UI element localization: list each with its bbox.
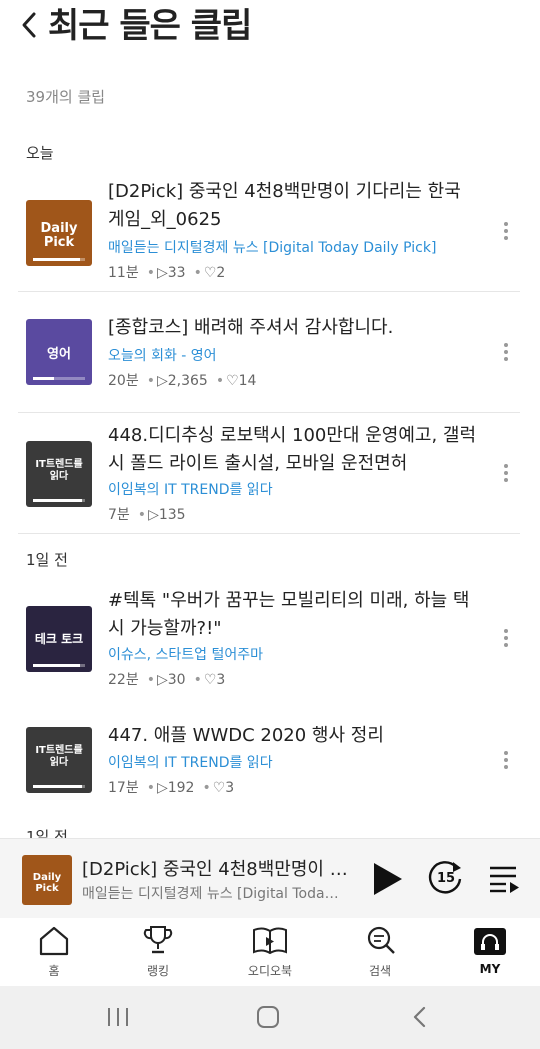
clip-thumbnail: IT트렌드를 읽다 xyxy=(26,441,92,507)
list-item[interactable]: 영어 [종합코스] 배려해 주셔서 감사합니다. 오늘의 회화 - 영어 20분… xyxy=(0,314,540,410)
tab-label: MY xyxy=(479,962,501,976)
clip-title[interactable]: [D2Pick] 중국인 4천8백만명이 기다리는 한국 게임_외_0625 xyxy=(108,178,478,234)
tab-my[interactable]: MY xyxy=(436,918,540,986)
more-options-icon[interactable] xyxy=(498,340,514,364)
divider xyxy=(18,412,520,413)
list-item[interactable]: IT트렌드를 읽다 447. 애플 WWDC 2020 행사 정리 이임복의 I… xyxy=(0,722,540,806)
clip-meta: 7분 • ▷135 xyxy=(108,507,186,523)
thumbnail-text: Daily Pick xyxy=(32,872,62,894)
divider xyxy=(18,291,520,292)
system-nav-bar xyxy=(0,986,540,1049)
play-count: ▷2,365 xyxy=(156,373,208,389)
tab-label: 홈 xyxy=(48,964,60,978)
thumbnail-text: IT트렌드를 읽다 xyxy=(35,745,83,768)
duration: 22분 xyxy=(108,672,139,688)
duration: 17분 xyxy=(108,780,139,796)
play-count: ▷33 xyxy=(156,265,186,281)
back-button-icon[interactable] xyxy=(410,1005,430,1029)
clip-title[interactable]: 448.디디추싱 로보택시 100만대 운영예고, 갤럭시 폴드 라이트 출시설… xyxy=(108,422,478,478)
trophy-icon xyxy=(143,926,173,954)
like-count: ♡3 xyxy=(212,780,235,796)
playlist-icon[interactable] xyxy=(488,863,520,895)
play-count: ▷30 xyxy=(156,672,186,688)
section-one-day-ago: 1일 전 xyxy=(26,551,68,569)
clip-thumbnail: 테크 토크 xyxy=(26,606,92,672)
tab-label: 랭킹 xyxy=(146,964,170,978)
tab-label: 오디오북 xyxy=(247,964,293,978)
list-item[interactable]: Daily Pick [D2Pick] 중국인 4천8백만명이 기다리는 한국 … xyxy=(0,178,540,290)
recent-apps-icon[interactable] xyxy=(106,1006,130,1028)
back-arrow-icon[interactable] xyxy=(16,6,44,42)
more-options-icon[interactable] xyxy=(498,219,514,243)
header: 최근 들은 클립 xyxy=(0,0,540,50)
duration: 7분 xyxy=(108,507,130,523)
player-title[interactable]: [D2Pick] 중국인 4천8백만명이 기다리는 한국 게임_외_0625 xyxy=(82,855,352,881)
thumbnail-text: Daily Pick xyxy=(40,221,78,250)
search-icon xyxy=(367,926,395,954)
skip-forward-15-button[interactable]: 15 xyxy=(426,859,466,899)
headphones-icon xyxy=(474,928,506,955)
channel-link[interactable]: 이슈스, 스타트업 털어주마 xyxy=(108,644,488,664)
home-button-icon[interactable] xyxy=(256,1005,280,1029)
player-thumbnail: Daily Pick xyxy=(22,855,72,905)
list-item[interactable]: 테크 토크 #텍톡 "우버가 꿈꾸는 모빌리티의 미래, 하늘 택시 가능할까?… xyxy=(0,587,540,697)
like-count: ♡2 xyxy=(203,265,226,281)
play-count: ▷192 xyxy=(156,780,195,796)
like-count: ♡14 xyxy=(226,373,257,389)
tab-ranking[interactable]: 랭킹 xyxy=(104,918,212,986)
play-icon[interactable] xyxy=(370,861,404,897)
clip-title[interactable]: [종합코스] 배려해 주셔서 감사합니다. xyxy=(108,314,478,342)
like-count: ♡3 xyxy=(203,672,226,688)
clip-meta: 22분 • ▷30 • ♡3 xyxy=(108,672,226,688)
channel-link[interactable]: 오늘의 회화 - 영어 xyxy=(108,345,488,365)
clip-count: 39개의 클립 xyxy=(26,88,106,106)
list-item[interactable]: IT트렌드를 읽다 448.디디추싱 로보택시 100만대 운영예고, 갤럭시 … xyxy=(0,422,540,532)
tab-home[interactable]: 홈 xyxy=(0,918,108,986)
duration: 20분 xyxy=(108,373,139,389)
bottom-tab-bar: 홈 랭킹 오디오북 검색 MY xyxy=(0,918,540,986)
channel-link[interactable]: 이임복의 IT TREND를 읽다 xyxy=(108,752,488,772)
section-today: 오늘 xyxy=(26,144,54,162)
thumbnail-text: 영어 xyxy=(47,347,71,362)
player-subtitle[interactable]: 매일듣는 디지털경제 뉴스 [Digital Today Daily Pick] xyxy=(82,883,342,903)
home-icon xyxy=(39,926,69,956)
page-title: 최근 들은 클립 xyxy=(48,6,252,46)
channel-link[interactable]: 매일듣는 디지털경제 뉴스 [Digital Today Daily Pick] xyxy=(108,237,488,257)
skip-seconds: 15 xyxy=(436,871,456,886)
more-options-icon[interactable] xyxy=(498,748,514,772)
clip-thumbnail: IT트렌드를 읽다 xyxy=(26,727,92,793)
more-options-icon[interactable] xyxy=(498,626,514,650)
clip-meta: 17분 • ▷192 • ♡3 xyxy=(108,780,235,796)
more-options-icon[interactable] xyxy=(498,461,514,485)
audiobook-icon xyxy=(253,927,287,955)
section-cut-off: 1일 전 xyxy=(26,828,68,838)
clip-thumbnail: 영어 xyxy=(26,319,92,385)
tab-audiobook[interactable]: 오디오북 xyxy=(216,918,324,986)
tab-label: 검색 xyxy=(368,964,392,978)
duration: 11분 xyxy=(108,265,139,281)
tab-search[interactable]: 검색 xyxy=(326,918,434,986)
clip-meta: 20분 • ▷2,365 • ♡14 xyxy=(108,373,257,389)
thumbnail-text: 테크 토크 xyxy=(34,632,84,646)
channel-link[interactable]: 이임복의 IT TREND를 읽다 xyxy=(108,479,488,499)
thumbnail-text: IT트렌드를 읽다 xyxy=(35,459,83,482)
clip-title[interactable]: #텍톡 "우버가 꿈꾸는 모빌리티의 미래, 하늘 택시 가능할까?!" xyxy=(108,587,478,643)
clip-meta: 11분 • ▷33 • ♡2 xyxy=(108,265,226,281)
clip-thumbnail: Daily Pick xyxy=(26,200,92,266)
divider xyxy=(18,533,520,534)
play-count: ▷135 xyxy=(148,507,186,523)
mini-player[interactable]: Daily Pick [D2Pick] 중국인 4천8백만명이 기다리는 한국 … xyxy=(0,838,540,919)
clip-title[interactable]: 447. 애플 WWDC 2020 행사 정리 xyxy=(108,722,478,750)
